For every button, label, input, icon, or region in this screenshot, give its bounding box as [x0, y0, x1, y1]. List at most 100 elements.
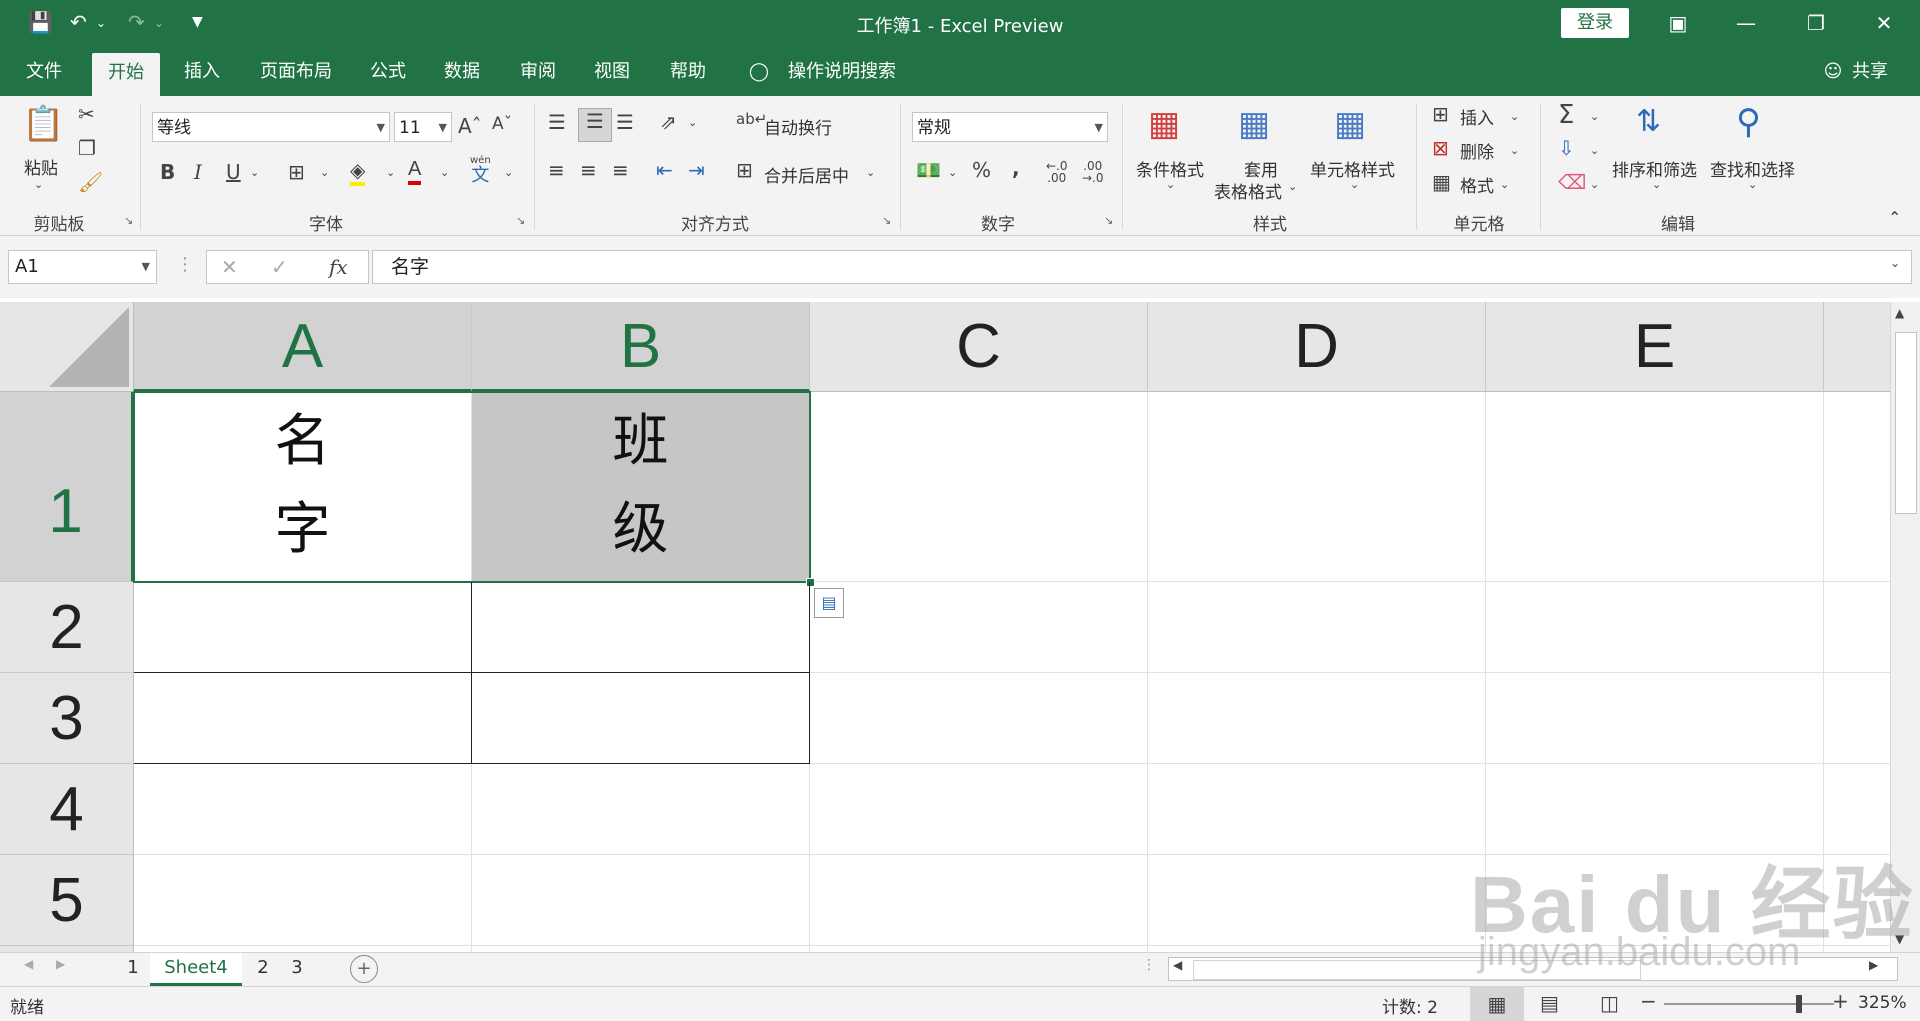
cell-e1[interactable]: [1486, 392, 1824, 582]
close-icon[interactable]: ✕: [1864, 8, 1904, 38]
wrap-text-icon[interactable]: ab↵: [736, 110, 767, 128]
clipboard-launcher-icon[interactable]: ↘: [124, 214, 133, 227]
zoom-in-icon[interactable]: +: [1832, 989, 1849, 1013]
merge-center-button[interactable]: 合并后居中: [764, 162, 849, 187]
format-painter-icon[interactable]: 🖌: [78, 170, 103, 194]
row-header-2[interactable]: 2: [0, 582, 134, 673]
restore-icon[interactable]: ❐: [1796, 8, 1836, 38]
new-sheet-icon[interactable]: +: [350, 955, 378, 983]
cell-d3[interactable]: [1148, 673, 1486, 764]
insert-cells-icon[interactable]: ⊞: [1432, 102, 1449, 126]
page-break-view-icon[interactable]: ◫: [1600, 991, 1619, 1015]
tab-insert[interactable]: 插入: [168, 47, 236, 96]
tab-page-layout[interactable]: 页面布局: [246, 47, 346, 96]
cell-e2[interactable]: [1486, 582, 1824, 673]
column-header-a[interactable]: A: [134, 302, 472, 392]
increase-indent-icon[interactable]: ⇥: [688, 158, 705, 182]
login-button[interactable]: 登录: [1561, 8, 1629, 38]
row-header-3[interactable]: 3: [0, 673, 134, 764]
cell-f1[interactable]: [1824, 392, 1890, 582]
cell-d4[interactable]: [1148, 764, 1486, 855]
sort-filter-icon[interactable]: ⇅: [1636, 104, 1661, 139]
cell-a1[interactable]: 名字: [134, 392, 472, 582]
sheet-tab-1[interactable]: 1: [118, 953, 148, 983]
sheet-tab-3[interactable]: 3: [282, 953, 312, 983]
paste-button[interactable]: 粘贴: [24, 154, 58, 179]
ribbon-display-options-icon[interactable]: ▣: [1658, 8, 1698, 38]
paste-dropdown-icon[interactable]: ⌄: [34, 178, 43, 191]
cell-d1[interactable]: [1148, 392, 1486, 582]
sheet-tab-sheet4[interactable]: Sheet4: [150, 953, 242, 986]
cell-b3[interactable]: [472, 673, 810, 764]
bold-icon[interactable]: B: [160, 160, 175, 184]
column-header-d[interactable]: D: [1148, 302, 1486, 392]
cell-a5[interactable]: [134, 855, 472, 946]
table-dropdown-icon[interactable]: ⌄: [1288, 180, 1297, 193]
tab-help[interactable]: 帮助: [654, 47, 722, 96]
find-select-icon[interactable]: ⚲: [1736, 102, 1761, 142]
merge-center-icon[interactable]: ⊞: [736, 158, 753, 182]
borders-dropdown-icon[interactable]: ⌄: [320, 166, 329, 179]
format-as-table-line2[interactable]: 表格格式: [1214, 178, 1282, 203]
align-top-icon[interactable]: ☰: [548, 110, 566, 134]
column-header-e[interactable]: E: [1486, 302, 1824, 392]
scroll-left-icon[interactable]: ◀: [1173, 958, 1182, 972]
fill-color-dropdown-icon[interactable]: ⌄: [386, 166, 395, 179]
row-header-1[interactable]: 1: [0, 392, 134, 582]
cell-c4[interactable]: [810, 764, 1148, 855]
column-header-f[interactable]: [1824, 302, 1890, 392]
cell-f2[interactable]: [1824, 582, 1890, 673]
underline-dropdown-icon[interactable]: ⌄: [250, 166, 259, 179]
number-launcher-icon[interactable]: ↘: [1104, 214, 1113, 227]
find-dropdown-icon[interactable]: ⌄: [1748, 178, 1757, 191]
paste-icon[interactable]: 📋: [22, 104, 64, 148]
cell-b5[interactable]: [472, 855, 810, 946]
cell-a3[interactable]: [134, 673, 472, 764]
select-all-corner[interactable]: [0, 302, 134, 392]
cell-c3[interactable]: [810, 673, 1148, 764]
fill-dropdown-icon[interactable]: ⌄: [1590, 144, 1599, 157]
orientation-icon[interactable]: ⇗: [660, 110, 677, 134]
tab-view[interactable]: 视图: [578, 47, 646, 96]
row-header-5[interactable]: 5: [0, 855, 134, 946]
format-dropdown-icon[interactable]: ⌄: [1500, 178, 1509, 191]
cell-styles-dropdown-icon[interactable]: ⌄: [1350, 178, 1359, 191]
font-color-dropdown-icon[interactable]: ⌄: [440, 166, 449, 179]
lightbulb-icon[interactable]: ◯: [744, 47, 774, 96]
insert-function-icon[interactable]: fx: [329, 255, 348, 279]
normal-view-icon[interactable]: ▦: [1470, 987, 1524, 1021]
delete-dropdown-icon[interactable]: ⌄: [1510, 144, 1519, 157]
format-cells-icon[interactable]: ▦: [1432, 170, 1451, 194]
alignment-launcher-icon[interactable]: ↘: [882, 214, 891, 227]
more-options-icon[interactable]: ⋮: [176, 254, 194, 275]
clear-icon[interactable]: ⌫: [1558, 170, 1586, 194]
cell-c2[interactable]: [810, 582, 1148, 673]
borders-icon[interactable]: ⊞: [288, 160, 305, 184]
delete-cells-button[interactable]: 删除: [1460, 138, 1494, 163]
number-format-combo[interactable]: 常规 ▼: [912, 112, 1108, 142]
cancel-entry-icon[interactable]: ✕: [221, 255, 238, 279]
fill-icon[interactable]: ⇩: [1558, 136, 1575, 160]
cut-icon[interactable]: ✂: [78, 102, 95, 126]
cell-e3[interactable]: [1486, 673, 1824, 764]
tell-me-search[interactable]: 操作说明搜索: [782, 47, 902, 96]
fill-color-icon[interactable]: ◈: [350, 158, 366, 186]
autosum-icon[interactable]: Σ: [1558, 100, 1574, 130]
conditional-dropdown-icon[interactable]: ⌄: [1166, 178, 1175, 191]
accounting-format-icon[interactable]: 💵: [916, 158, 941, 182]
wrap-text-button[interactable]: 自动换行: [764, 114, 832, 139]
grow-font-icon[interactable]: Aˆ: [458, 114, 482, 138]
percent-icon[interactable]: %: [972, 158, 991, 182]
font-size-combo[interactable]: 11 ▼: [394, 112, 452, 142]
tab-data[interactable]: 数据: [428, 47, 496, 96]
cell-c1[interactable]: [810, 392, 1148, 582]
conditional-formatting-icon[interactable]: ▦: [1148, 104, 1180, 144]
font-name-combo[interactable]: 等线 ▼: [152, 112, 390, 142]
collapse-ribbon-icon[interactable]: ⌃: [1888, 208, 1901, 227]
align-left-icon[interactable]: ≡: [548, 158, 565, 182]
underline-icon[interactable]: U: [226, 160, 241, 184]
next-sheet-icon[interactable]: ▶: [56, 957, 65, 971]
share-button[interactable]: 共享: [1850, 47, 1890, 96]
align-middle-icon[interactable]: ☰: [578, 108, 612, 142]
name-box[interactable]: A1 ▼: [8, 250, 157, 284]
